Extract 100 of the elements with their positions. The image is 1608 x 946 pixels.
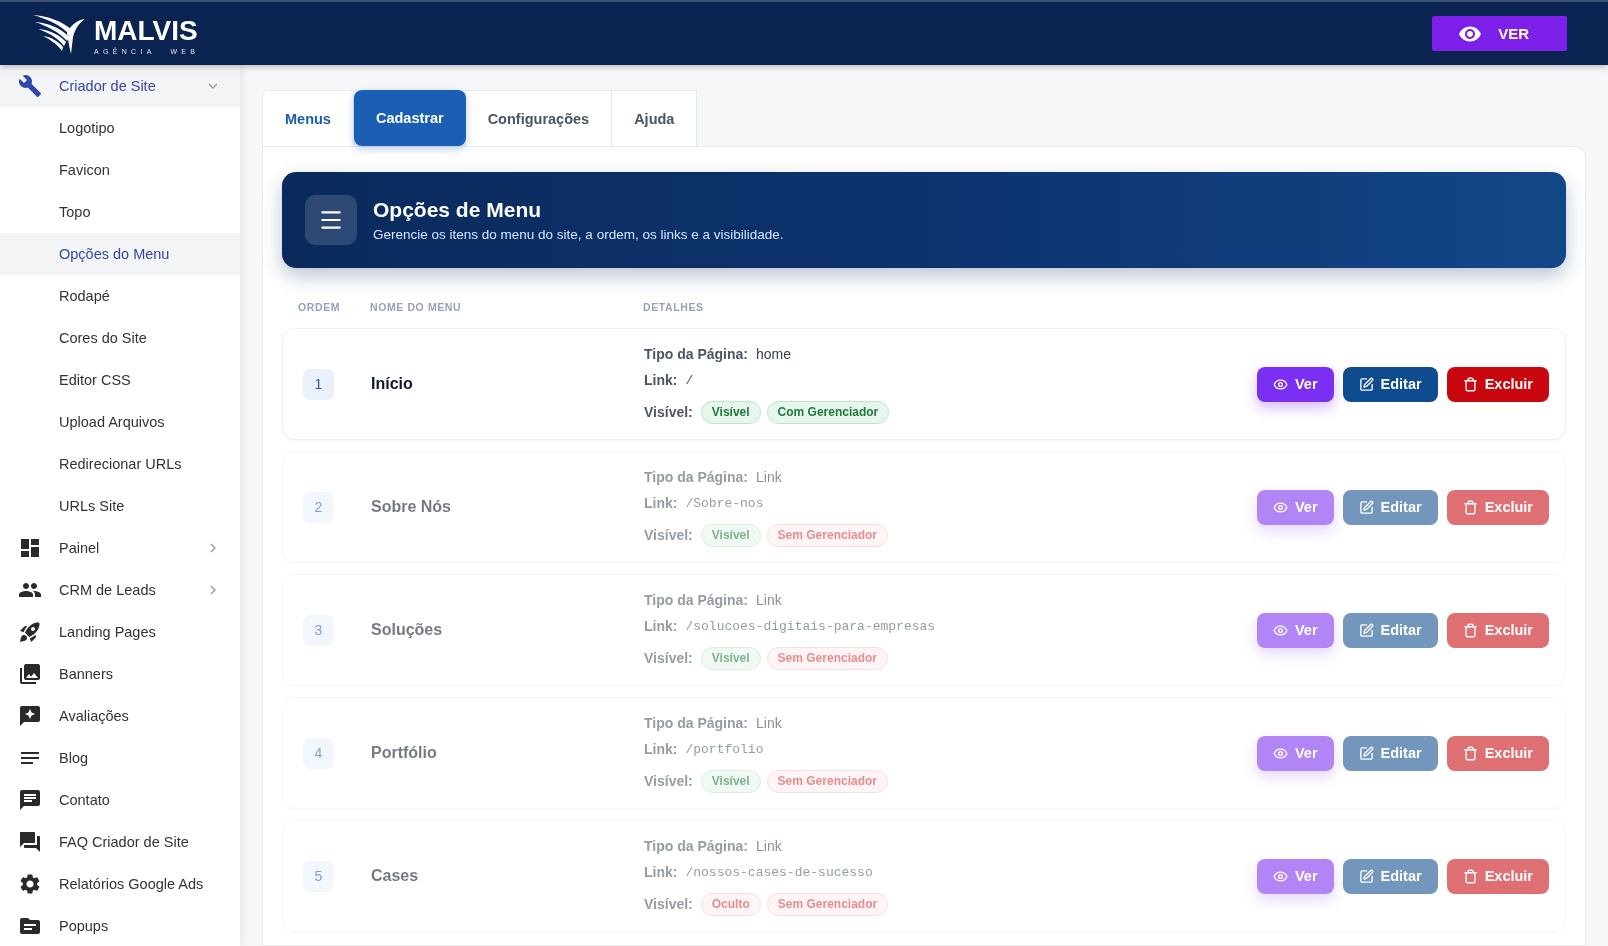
eye-icon	[1272, 868, 1288, 884]
column-header: NOME DO MENU	[370, 301, 463, 313]
detail-value: Link	[756, 715, 782, 731]
sidebar-item[interactable]: Relatórios Google Ads	[0, 863, 240, 905]
detail-value: Link	[756, 592, 782, 608]
detail-label: Tipo da Página:	[644, 592, 748, 608]
banner-subtitle: Gerencie os itens do menu do site, a ordem, os links e a visibilidade.	[373, 227, 784, 242]
detail-label: Visível:	[644, 527, 693, 543]
order-number: 5	[303, 860, 334, 892]
chat-bubble-icon	[18, 788, 42, 812]
trash-icon	[1462, 868, 1478, 884]
tab[interactable]: Configurações	[465, 90, 613, 146]
view-site-button[interactable]: VER	[1432, 16, 1567, 51]
sidebar-item[interactable]: FAQ Criador de Site	[0, 821, 240, 863]
sidebar-item[interactable]: Avaliações	[0, 695, 240, 737]
link-value: /	[685, 372, 694, 388]
detail-label: Link:	[644, 372, 678, 388]
sidebar-item[interactable]: CRM de Leads	[0, 569, 240, 611]
menu-name: Início	[371, 375, 413, 392]
column-header: DETALHES	[643, 301, 705, 313]
detail-value: home	[756, 346, 791, 362]
sidebar-subitem[interactable]: Upload Arquivos	[0, 401, 240, 443]
menu-name: Sobre Nós	[371, 498, 451, 515]
detail-label: Tipo da Página:	[644, 715, 748, 731]
delete-button[interactable]: Excluir	[1446, 366, 1549, 402]
eye-icon	[1272, 376, 1288, 392]
order-number: 4	[303, 737, 334, 769]
wing-logo-icon	[33, 13, 85, 54]
menu-name: Portfólio	[371, 744, 437, 761]
status-badge: Visível	[700, 400, 761, 424]
link-value: /solucoes-digitais-para-empresas	[685, 618, 936, 634]
sidebar-subitem[interactable]: Favicon	[0, 149, 240, 191]
detail-label: Visível:	[644, 896, 693, 912]
status-badge: Visível	[700, 769, 761, 793]
rocket-icon	[18, 620, 42, 644]
detail-label: Tipo da Página:	[644, 346, 748, 362]
order-number: 2	[303, 491, 334, 523]
detail-label: Visível:	[644, 650, 693, 666]
status-badge: Com Gerenciador	[766, 400, 890, 424]
detail-label: Visível:	[644, 404, 693, 420]
link-value: /portfolio	[685, 741, 764, 757]
sidebar-item[interactable]: Painel	[0, 527, 240, 569]
detail-label: Tipo da Página:	[644, 469, 748, 485]
sidebar-item[interactable]: Banners	[0, 653, 240, 695]
detail-value: Link	[756, 469, 782, 485]
trash-icon	[1462, 622, 1478, 638]
settings-icon	[18, 872, 42, 896]
order-number: 3	[303, 614, 334, 646]
sidebar-item[interactable]: Criador de Site	[0, 65, 240, 107]
tab[interactable]: Menus	[262, 90, 354, 146]
detail-label: Tipo da Página:	[644, 838, 748, 854]
banner-title: Opções de Menu	[373, 198, 543, 222]
status-badge: Visível	[700, 646, 761, 670]
dashboard-icon	[18, 536, 42, 560]
pen-square-icon	[1358, 868, 1374, 884]
sidebar-subitem[interactable]: Opções do Menu	[0, 233, 240, 275]
trash-icon	[1462, 376, 1478, 392]
order-number: 1	[303, 368, 334, 400]
sidebar-subitem[interactable]: URLs Site	[0, 485, 240, 527]
menu-icon	[305, 195, 357, 245]
link-value: /nossos-cases-de-sucesso	[685, 864, 873, 880]
status-badge: Sem Gerenciador	[766, 769, 888, 793]
status-badge: Oculto	[700, 892, 761, 916]
sidebar-subitem[interactable]: Logotipo	[0, 107, 240, 149]
pen-square-icon	[1358, 376, 1374, 392]
detail-value: Link	[756, 838, 782, 854]
trash-icon	[1462, 499, 1478, 515]
detail-label: Link:	[644, 618, 678, 634]
status-badge: Sem Gerenciador	[766, 892, 889, 916]
sidebar-subitem[interactable]: Cores do Site	[0, 317, 240, 359]
sidebar-subitem[interactable]: Redirecionar URLs	[0, 443, 240, 485]
sidebar-subitem[interactable]: Topo	[0, 191, 240, 233]
register-button[interactable]: Cadastrar	[353, 90, 466, 146]
tab[interactable]: Ajuda	[612, 90, 698, 146]
sidebar-item[interactable]: Blog	[0, 737, 240, 779]
sidebar-item[interactable]: Popups	[0, 905, 240, 946]
detail-label: Link:	[644, 741, 678, 757]
sidebar-item[interactable]: Contato	[0, 779, 240, 821]
forum-icon	[18, 830, 42, 854]
detail-label: Visível:	[644, 773, 693, 789]
logo-name: MALVIS	[94, 16, 198, 45]
sidebar-item[interactable]: Landing Pages	[0, 611, 240, 653]
trash-icon	[1462, 745, 1478, 761]
eye-icon	[1272, 499, 1288, 515]
sidebar-subitem[interactable]: Editor CSS	[0, 359, 240, 401]
eye-icon	[1272, 622, 1288, 638]
status-badge: Sem Gerenciador	[766, 523, 888, 547]
menu-name: Cases	[371, 867, 419, 884]
edit-button[interactable]: Editar	[1342, 366, 1438, 402]
detail-label: Link:	[644, 864, 678, 880]
link-value: /Sobre-nos	[685, 495, 764, 511]
status-badge: Sem Gerenciador	[766, 646, 888, 670]
column-header: ORDEM	[297, 301, 342, 313]
sidebar-subitem[interactable]: Rodapé	[0, 275, 240, 317]
photos-icon	[18, 662, 42, 686]
pen-square-icon	[1358, 499, 1374, 515]
wrench-icon	[18, 74, 42, 98]
review-bubble-icon	[18, 704, 42, 728]
eye-icon	[1272, 745, 1288, 761]
view-button[interactable]: Ver	[1256, 366, 1334, 402]
